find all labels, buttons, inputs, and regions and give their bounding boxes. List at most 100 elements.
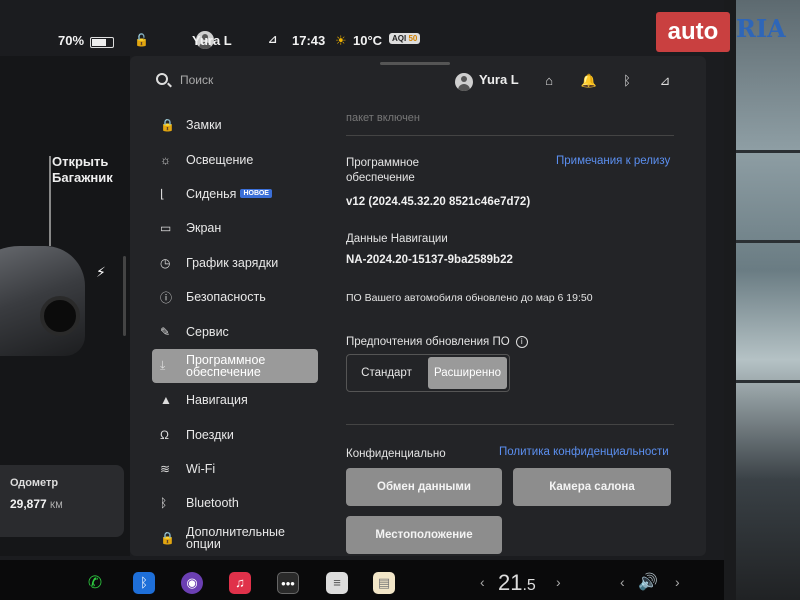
phone-icon[interactable]: ✆ xyxy=(84,572,106,594)
divider xyxy=(346,424,674,425)
extra-lock-icon: 🔒 xyxy=(160,530,175,545)
nav-item-label: График зарядки xyxy=(186,255,279,270)
seat-icon: ⌊ xyxy=(160,186,165,201)
no-signal-icon: ⊿ xyxy=(268,34,278,46)
nav-item[interactable]: 🔒 Замки xyxy=(152,108,318,142)
search-input[interactable] xyxy=(180,70,380,90)
bezel-line xyxy=(735,380,800,383)
notes-app-icon[interactable]: ≡ xyxy=(326,572,348,594)
status-bar: 70% 🔓 Yura L ⊿ 17:43 ☀ 10°C AQI 50 xyxy=(0,26,724,56)
odometer-value: 29,877 КМ xyxy=(10,497,114,511)
aqi-label: AQI xyxy=(392,34,407,43)
car-wheel xyxy=(40,296,80,336)
wrench-icon: ✎ xyxy=(160,324,171,339)
more-apps-icon[interactable]: ••• xyxy=(277,572,299,594)
navigation-icon: ▲ xyxy=(160,393,172,408)
open-trunk-button[interactable]: Открыть Багажник xyxy=(52,154,122,186)
pref-standard-option[interactable]: Стандарт xyxy=(347,355,426,391)
safety-icon: ⓘ xyxy=(160,290,173,305)
nav-item[interactable]: Ω Поездки xyxy=(152,418,318,452)
odometer-unit: КМ xyxy=(50,500,63,510)
watermark-auto: auto xyxy=(656,12,730,52)
drag-handle[interactable] xyxy=(380,62,450,65)
info-icon[interactable]: i xyxy=(515,335,528,348)
software-label: Программное обеспечение xyxy=(346,157,419,184)
nav-item-label: Wi-Fi xyxy=(186,462,216,477)
volume-down-chevron-icon[interactable]: ‹ xyxy=(620,574,625,590)
nav-item-label: Сиденья xyxy=(186,186,237,201)
bell-icon[interactable]: 🔔 xyxy=(580,72,598,90)
outside-temperature: 10°C xyxy=(353,33,383,48)
volume-icon[interactable]: 🔊 xyxy=(638,572,658,592)
nav-item[interactable]: ⌊ Сиденья НОВОЕ xyxy=(152,177,318,211)
cabin-temperature-int: 21 xyxy=(498,570,523,595)
profile-avatar-icon[interactable] xyxy=(455,73,473,91)
nav-item[interactable]: ◷ График зарядки xyxy=(152,246,318,280)
new-badge: НОВОЕ xyxy=(240,189,272,199)
odometer-number: 29,877 xyxy=(10,497,47,511)
nav-item[interactable]: ᛒ Bluetooth xyxy=(152,486,318,520)
music-app-icon[interactable]: ♫ xyxy=(229,572,251,594)
nav-item-label: Сервис xyxy=(186,324,229,339)
faded-status-text: пакет включен xyxy=(346,112,420,124)
clock-icon: ◷ xyxy=(160,255,171,270)
status-user-name[interactable]: Yura L xyxy=(192,33,232,48)
nav-item-label: Навигация xyxy=(186,393,248,408)
calendar-app-icon[interactable]: ▤ xyxy=(373,572,395,594)
nav-item-label: Дополнительные опции xyxy=(186,524,285,551)
divider xyxy=(346,135,674,136)
charge-bolt-icon[interactable]: ⚡ xyxy=(96,264,106,281)
bluetooth-icon: ᛒ xyxy=(160,496,168,511)
search-icon[interactable] xyxy=(156,73,168,85)
temp-up-chevron-icon[interactable]: › xyxy=(556,574,561,590)
nav-item[interactable]: ⤓ Программное обеспечение xyxy=(152,348,318,384)
nav-item-label: Безопасность xyxy=(186,290,266,305)
nav-item[interactable]: ⓘ Безопасность xyxy=(152,280,318,314)
location-button[interactable]: Местоположение xyxy=(346,516,502,554)
settings-nav: 🔒 Замки ☼ Освещение ⌊ Сиденья НОВОЕ ▭ Экран ◷ Граф… xyxy=(152,108,318,555)
data-sharing-button[interactable]: Обмен данными xyxy=(346,468,502,506)
settings-panel: Yura L ⌂ 🔔 ᛒ ⊿ 🔒Замки☼Освещение⌊СиденьяН… xyxy=(130,56,706,556)
nav-item-label: Экран xyxy=(186,221,222,236)
nav-item[interactable]: ☼ Освещение xyxy=(152,142,318,176)
nav-item[interactable]: ▲ Навигация xyxy=(152,383,318,417)
battery-percent: 70% xyxy=(58,33,85,48)
nav-item[interactable]: ✎ Сервис xyxy=(152,314,318,348)
privacy-label: Конфиденциально xyxy=(346,448,446,460)
panel-scrollbar[interactable] xyxy=(123,256,126,336)
privacy-policy-link[interactable]: Политика конфиденциальности xyxy=(499,446,669,458)
home-icon[interactable]: ⌂ xyxy=(540,72,558,90)
bluetooth-app-icon[interactable]: ᛒ xyxy=(133,572,155,594)
profile-name[interactable]: Yura L xyxy=(479,72,519,87)
temp-down-chevron-icon[interactable]: ‹ xyxy=(480,574,485,590)
navigation-data-version: NA-2024.20-15137-9ba2589b22 xyxy=(346,254,513,266)
no-signal-top-icon[interactable]: ⊿ xyxy=(656,72,674,90)
light-icon: ☼ xyxy=(160,152,171,167)
screen-frame xyxy=(722,0,736,600)
volume-up-chevron-icon[interactable]: › xyxy=(675,574,680,590)
settings-header: Yura L ⌂ 🔔 ᛒ ⊿ xyxy=(130,56,706,106)
update-preference-text: Предпочтения обновления ПО xyxy=(346,336,510,348)
bezel-background xyxy=(735,0,800,600)
release-notes-link[interactable]: Примечания к релизу xyxy=(556,155,670,167)
trips-icon: Ω xyxy=(160,427,169,442)
navigation-data-label: Данные Навигации xyxy=(346,233,448,245)
software-version: v12 (2024.45.32.20 8521c46e7d72) xyxy=(346,196,531,208)
nav-item-label: Bluetooth xyxy=(186,496,239,511)
pref-advanced-option[interactable]: Расширенно xyxy=(428,357,507,389)
nav-item-label: Программное обеспечение xyxy=(186,352,266,379)
nav-item-label: Освещение xyxy=(186,152,254,167)
lock-icon: 🔒 xyxy=(160,118,175,133)
cabin-camera-button[interactable]: Камера салона xyxy=(513,468,671,506)
unlock-icon[interactable]: 🔓 xyxy=(134,33,149,47)
bluetooth-top-icon[interactable]: ᛒ xyxy=(618,72,636,90)
nav-item-label: Замки xyxy=(186,118,222,133)
nav-item-label: Поездки xyxy=(186,427,234,442)
camera-app-icon[interactable]: ◉ xyxy=(181,572,203,594)
car-visualization: Открыть Багажник ⚡ Одометр 29,877 КМ xyxy=(0,56,130,556)
nav-item[interactable]: 🔒 Дополнительные опции xyxy=(152,521,318,555)
bezel-line xyxy=(735,240,800,243)
cabin-temperature[interactable]: 21.5 xyxy=(498,570,536,596)
nav-item[interactable]: ▭ Экран xyxy=(152,211,318,245)
nav-item[interactable]: ≋ Wi-Fi xyxy=(152,452,318,486)
